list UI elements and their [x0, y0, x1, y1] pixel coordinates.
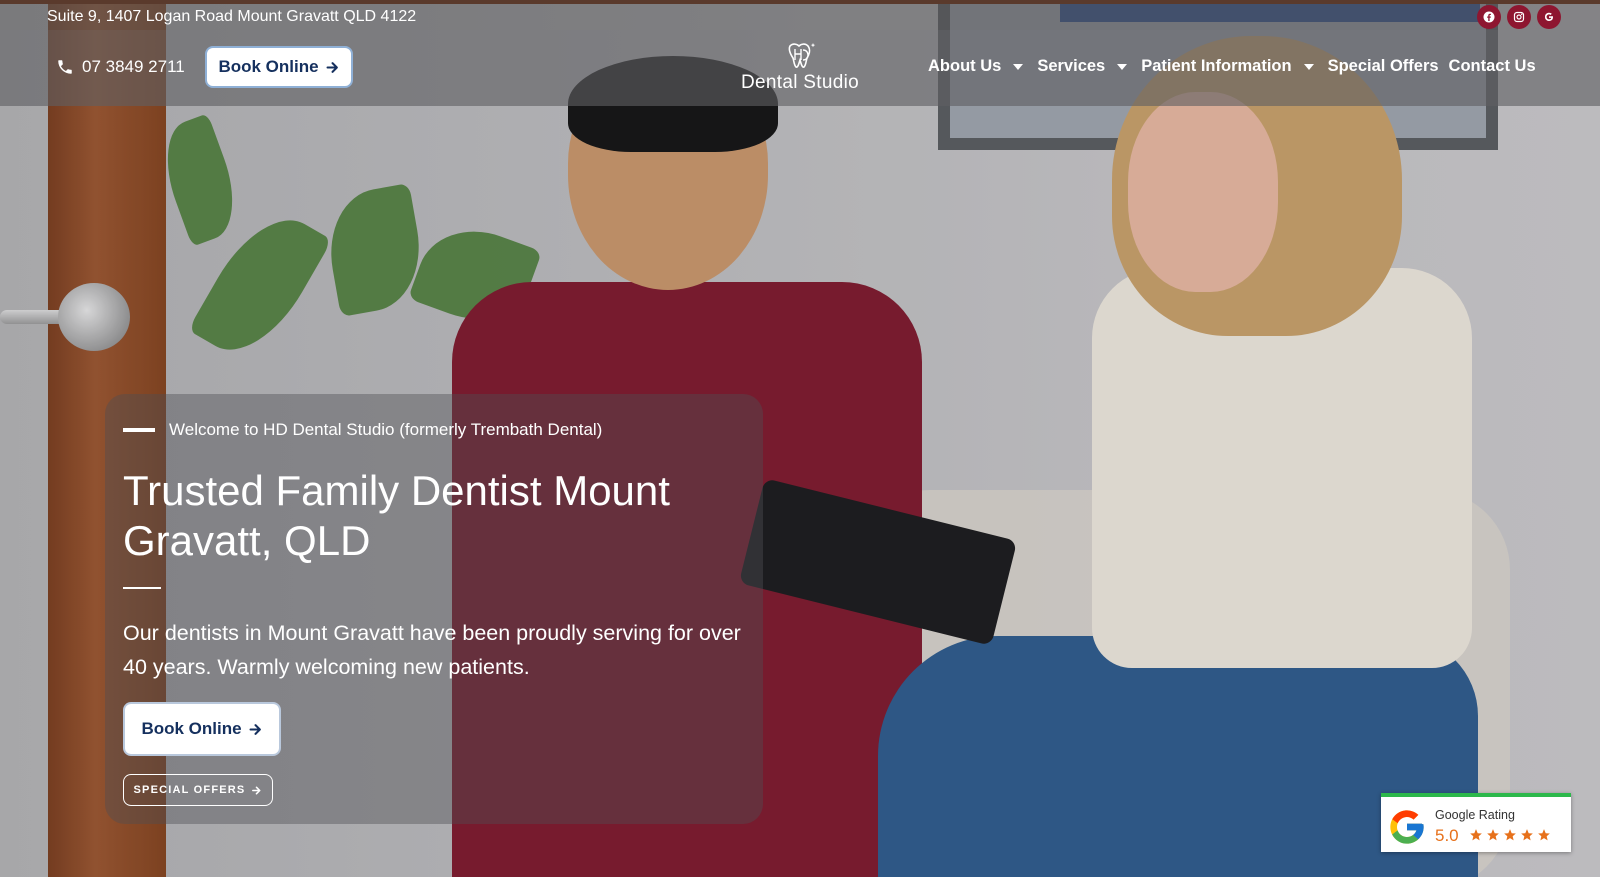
nav-special-offers[interactable]: Special Offers: [1328, 57, 1439, 76]
arrow-right-icon: [326, 61, 338, 73]
arrow-right-icon: [249, 723, 261, 735]
main-navigation: About Us Services Patient Information Sp…: [928, 57, 1546, 76]
book-online-hero-button[interactable]: Book Online: [123, 702, 281, 756]
social-links: [1477, 5, 1561, 29]
nav-label: Services: [1037, 57, 1106, 75]
logo-text: Dental Studio: [741, 72, 859, 93]
instagram-icon: [1513, 11, 1525, 23]
instagram-link[interactable]: [1507, 5, 1531, 29]
clinic-address: Suite 9, 1407 Logan Road Mount Gravatt Q…: [47, 8, 417, 25]
hero-title: Trusted Family Dentist Mount Gravatt, QL…: [123, 467, 670, 564]
facebook-link[interactable]: [1477, 5, 1501, 29]
hero-card: Welcome to HD Dental Studio (formerly Tr…: [105, 394, 763, 824]
nav-patient-information[interactable]: Patient Information: [1141, 57, 1317, 76]
google-icon: [1545, 12, 1553, 21]
hero-description: Our dentists in Mount Gravatt have been …: [123, 621, 741, 679]
book-online-label: Book Online: [218, 57, 319, 76]
facebook-icon: [1483, 11, 1495, 23]
nav-services[interactable]: Services: [1037, 57, 1131, 76]
arrow-right-icon: [252, 786, 261, 794]
star-icon: [1538, 829, 1550, 841]
special-offers-button[interactable]: SPECIAL OFFERS: [123, 774, 273, 806]
star-icon: [1487, 829, 1499, 841]
main-header: 07 3849 2711 Book Online Dental Studio A…: [0, 30, 1600, 106]
star-icon: [1521, 829, 1533, 841]
caret-down-icon: [1303, 63, 1314, 70]
site-logo[interactable]: Dental Studio: [738, 40, 862, 94]
nav-label: Patient Information: [1141, 57, 1292, 75]
nav-label: About Us: [928, 57, 1002, 75]
nav-label: Special Offers: [1327, 57, 1439, 75]
tooth-logo-icon: [788, 43, 816, 68]
eyebrow-dash: [123, 428, 155, 432]
phone-icon: [58, 60, 72, 74]
rating-title: Google Rating: [1435, 808, 1515, 822]
caret-down-icon: [1013, 63, 1024, 70]
hero-divider: [123, 587, 161, 589]
caret-down-icon: [1117, 63, 1128, 70]
top-bar: Suite 9, 1407 Logan Road Mount Gravatt Q…: [0, 4, 1600, 30]
rating-stars: [1469, 828, 1551, 842]
nav-about-us[interactable]: About Us: [928, 57, 1027, 76]
nav-label: Contact Us: [1448, 57, 1536, 75]
google-link[interactable]: [1537, 5, 1561, 29]
eyebrow-text: Welcome to HD Dental Studio (formerly Tr…: [169, 420, 603, 439]
phone-link[interactable]: 07 3849 2711: [56, 57, 185, 77]
phone-number: 07 3849 2711: [82, 57, 185, 76]
google-rating-widget[interactable]: Google Rating 5.0: [1381, 793, 1571, 852]
google-g-icon: [1390, 810, 1424, 844]
star-icon: [1470, 829, 1482, 841]
rating-score: 5.0: [1435, 826, 1459, 845]
hero-eyebrow: Welcome to HD Dental Studio (formerly Tr…: [123, 420, 602, 440]
star-icon: [1504, 829, 1516, 841]
nav-contact-us[interactable]: Contact Us: [1449, 57, 1536, 76]
book-online-label: Book Online: [141, 719, 242, 738]
special-offers-label: SPECIAL OFFERS: [133, 784, 246, 796]
book-online-header-button[interactable]: Book Online: [205, 46, 353, 88]
